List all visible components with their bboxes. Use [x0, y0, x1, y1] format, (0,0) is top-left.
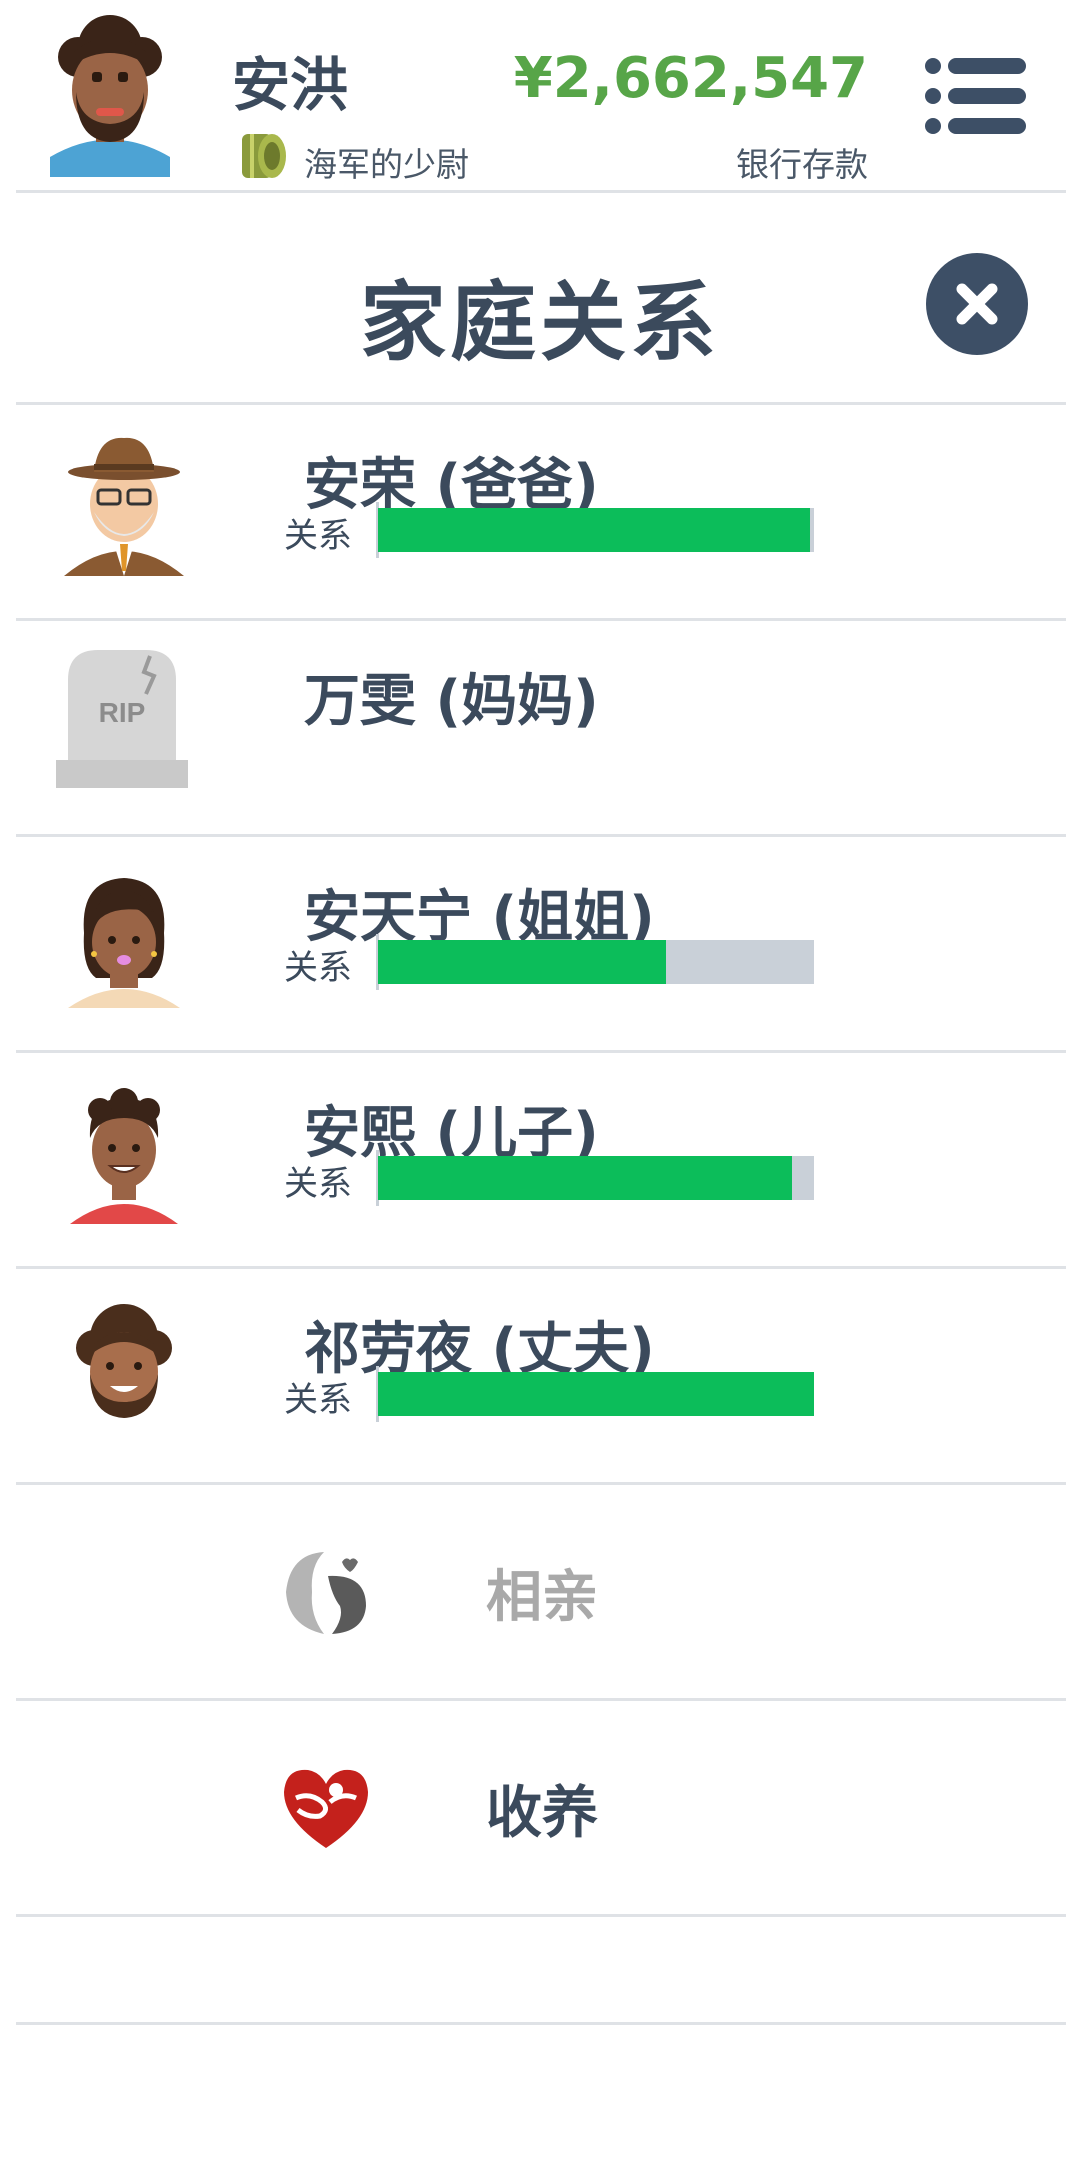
page-title: 家庭关系 — [360, 273, 720, 373]
relationship-bar — [378, 1372, 814, 1416]
bank-balance-label: 银行存款 — [736, 145, 868, 184]
job-title: 海军的少尉 — [304, 145, 469, 184]
relationship-bar — [378, 508, 814, 552]
relationship-bar-fill — [378, 940, 666, 984]
money-roll-icon — [236, 124, 296, 184]
bank-balance: ¥2,662,547 — [513, 46, 868, 111]
relationship-bar — [378, 940, 814, 984]
close-button[interactable] — [926, 253, 1028, 355]
rip-tombstone-icon: RIP — [54, 642, 194, 792]
family-member-row[interactable]: 安天宁 (姐姐) 关系 — [0, 836, 1080, 1050]
boy-avatar — [54, 1074, 194, 1224]
woman-avatar — [54, 858, 194, 1008]
relationship-bar-fill — [378, 1372, 814, 1416]
adoption-heart-icon — [280, 1762, 372, 1854]
player-avatar[interactable] — [40, 12, 180, 177]
family-member-name: 万雯 (妈妈) — [304, 669, 599, 734]
relationship-bar-fill — [378, 1156, 793, 1200]
menu-button[interactable] — [924, 56, 1028, 136]
menu-list-icon — [925, 58, 1026, 134]
relationship-label: 关系 — [284, 1164, 352, 1204]
relationship-label: 关系 — [284, 948, 352, 988]
tombstone-text: RIP — [99, 697, 146, 728]
blind-date-button[interactable]: 相亲 — [0, 1484, 1080, 1698]
adopt-button[interactable]: 收养 — [0, 1700, 1080, 1914]
close-icon — [956, 283, 998, 325]
old-man-hat-avatar — [54, 426, 194, 576]
blind-date-label: 相亲 — [486, 1565, 598, 1630]
relationship-label: 关系 — [284, 1380, 352, 1420]
dating-couple-icon — [280, 1546, 372, 1638]
relationship-label: 关系 — [284, 516, 352, 556]
family-member-row[interactable]: RIP 万雯 (妈妈) — [0, 620, 1080, 834]
adopt-label: 收养 — [486, 1781, 598, 1846]
relationship-bar — [378, 1156, 814, 1200]
family-member-row[interactable]: 安熙 (儿子) 关系 — [0, 1052, 1080, 1266]
family-member-row[interactable]: 祁劳夜 (丈夫) 关系 — [0, 1268, 1080, 1482]
family-member-row[interactable]: 安荣 (爸爸) 关系 — [0, 404, 1080, 618]
bearded-man-avatar — [54, 1290, 194, 1440]
player-name: 安洪 — [232, 51, 349, 119]
relationship-bar-fill — [378, 508, 810, 552]
